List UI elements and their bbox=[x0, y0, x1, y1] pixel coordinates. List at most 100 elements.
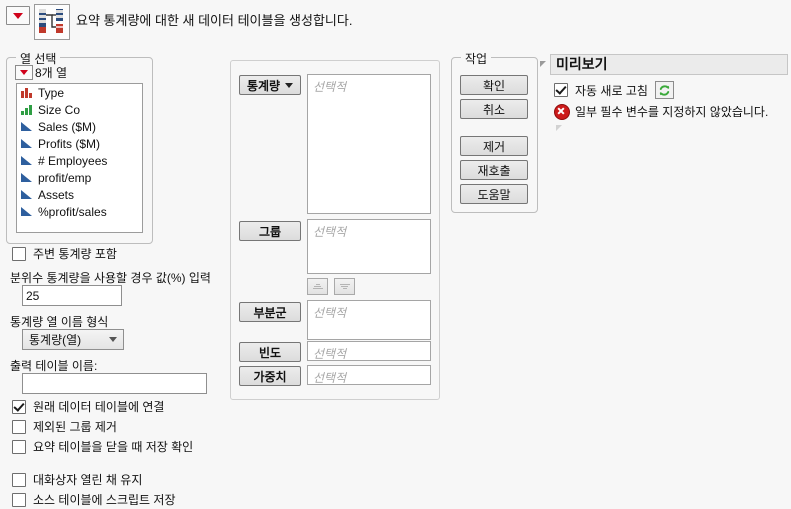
column-name: Sales ($M) bbox=[38, 119, 97, 134]
column-name: %profit/sales bbox=[38, 204, 107, 219]
checkbox-box[interactable] bbox=[554, 83, 568, 97]
output-table-name-input[interactable] bbox=[22, 373, 207, 394]
column-name: profit/emp bbox=[38, 170, 92, 185]
colname-format-select[interactable]: 통계량(열) bbox=[22, 329, 124, 350]
subgroup-role-list[interactable]: 선택적 bbox=[307, 300, 431, 340]
freq-role-list[interactable]: 선택적 bbox=[307, 341, 431, 361]
weight-role-label: 가중치 bbox=[253, 369, 287, 384]
weight-role-placeholder: 선택적 bbox=[313, 371, 347, 385]
remove-button[interactable]: 제거 bbox=[460, 136, 528, 156]
red-triangle-glyph bbox=[20, 70, 28, 75]
column-list-item[interactable]: Profits ($M) bbox=[17, 135, 142, 152]
column-list-item[interactable]: Sales ($M) bbox=[17, 118, 142, 135]
statistic-role-button[interactable]: 통계량 bbox=[239, 75, 301, 95]
include-marginal-label: 주변 통계량 포함 bbox=[33, 247, 117, 261]
continuous-column-icon bbox=[21, 189, 33, 200]
statistic-role-label: 통계량 bbox=[246, 78, 281, 93]
nominal-column-icon bbox=[21, 87, 33, 98]
error-circle-icon bbox=[554, 103, 570, 120]
sort-descending-icon[interactable] bbox=[334, 278, 355, 295]
column-select-panel: 열 선택 8개 열 Type Size Co Sales ($M) Profits (… bbox=[6, 50, 153, 244]
column-count-label: 8개 열 bbox=[35, 66, 68, 80]
preview-sub-disclosure-icon[interactable] bbox=[556, 125, 562, 131]
statistic-role-list[interactable]: 선택적 bbox=[307, 74, 431, 214]
column-name: Profits ($M) bbox=[38, 136, 101, 151]
column-name: # Employees bbox=[38, 153, 108, 168]
dialog-header: 요약 통계량에 대한 새 데이터 테이블을 생성합니다. bbox=[0, 0, 791, 46]
subgroup-role-placeholder: 선택적 bbox=[313, 306, 347, 320]
preview-error-text: 일부 필수 변수를 지정하지 않았습니다. bbox=[575, 105, 769, 119]
weight-role-list[interactable]: 선택적 bbox=[307, 365, 431, 385]
column-name: Assets bbox=[38, 187, 75, 202]
subgroup-role-label: 부분군 bbox=[253, 305, 287, 320]
output-table-label: 출력 테이블 이름: bbox=[10, 359, 98, 373]
freq-role-label: 빈도 bbox=[258, 345, 282, 360]
ok-button[interactable]: 확인 bbox=[460, 75, 528, 95]
colname-format-value: 통계량(열) bbox=[29, 333, 82, 347]
continuous-column-icon bbox=[21, 172, 33, 183]
group-role-list[interactable]: 선택적 bbox=[307, 219, 431, 274]
column-count-header[interactable]: 8개 열 bbox=[15, 64, 67, 81]
role-assignment-panel: 통계량 선택적 그룹 선택적 부분군 선택적 빈도 선택적 가중치 선택적 bbox=[230, 60, 440, 400]
column-menu-icon[interactable] bbox=[15, 65, 33, 80]
column-name: Type bbox=[38, 85, 65, 100]
confirm-save-checkbox[interactable]: 요약 테이블을 닫을 때 저장 확인 bbox=[12, 438, 193, 455]
subgroup-role-button[interactable]: 부분군 bbox=[239, 302, 301, 322]
refresh-icon[interactable] bbox=[654, 81, 674, 99]
checkbox-box[interactable] bbox=[12, 439, 26, 454]
checkbox-box[interactable] bbox=[12, 399, 26, 414]
remove-excluded-label: 제외된 그룹 제거 bbox=[33, 420, 117, 434]
weight-role-button[interactable]: 가중치 bbox=[239, 366, 301, 386]
summary-table-icon bbox=[34, 4, 70, 40]
column-list-item[interactable]: profit/emp bbox=[17, 169, 142, 186]
save-script-label: 소스 테이블에 스크립트 저장 bbox=[33, 493, 176, 507]
action-panel: 작업 확인 취소 제거 재호출 도움말 bbox=[451, 50, 538, 213]
column-list[interactable]: Type Size Co Sales ($M) Profits ($M) # Emplo… bbox=[16, 83, 143, 233]
column-list-item[interactable]: # Employees bbox=[17, 152, 142, 169]
colname-format-label: 통계량 열 이름 형식 bbox=[10, 315, 109, 329]
page-title: 요약 통계량에 대한 새 데이터 테이블을 생성합니다. bbox=[76, 13, 353, 28]
group-role-label: 그룹 bbox=[258, 224, 282, 239]
quantile-label: 분위수 통계량을 사용할 경우 값(%) 입력 bbox=[10, 271, 211, 285]
group-role-placeholder: 선택적 bbox=[313, 225, 347, 239]
freq-role-button[interactable]: 빈도 bbox=[239, 342, 301, 362]
cancel-button[interactable]: 취소 bbox=[460, 99, 528, 119]
include-marginal-checkbox[interactable]: 주변 통계량 포함 bbox=[12, 245, 117, 262]
quantile-input[interactable] bbox=[22, 285, 122, 306]
auto-refresh-label: 자동 새로 고침 bbox=[575, 83, 648, 98]
ordinal-column-icon bbox=[21, 104, 33, 115]
keep-dialog-open-label: 대화상자 열린 채 유지 bbox=[33, 473, 143, 487]
link-to-original-label: 원래 데이터 테이블에 연결 bbox=[33, 400, 165, 414]
column-list-item[interactable]: %profit/sales bbox=[17, 203, 142, 220]
recall-button[interactable]: 재호출 bbox=[460, 160, 528, 180]
column-list-item[interactable]: Assets bbox=[17, 186, 142, 203]
preview-title: 미리보기 bbox=[550, 53, 788, 75]
help-button[interactable]: 도움말 bbox=[460, 184, 528, 204]
group-role-button[interactable]: 그룹 bbox=[239, 221, 301, 241]
auto-refresh-checkbox[interactable]: 자동 새로 고침 bbox=[554, 81, 674, 99]
column-list-item[interactable]: Size Co bbox=[17, 101, 142, 118]
save-script-checkbox[interactable]: 소스 테이블에 스크립트 저장 bbox=[12, 491, 175, 508]
continuous-column-icon bbox=[21, 138, 33, 149]
checkbox-box[interactable] bbox=[12, 492, 26, 507]
chevron-down-icon bbox=[285, 82, 294, 88]
continuous-column-icon bbox=[21, 206, 33, 217]
disclosure-triangle-icon[interactable] bbox=[540, 61, 546, 67]
column-list-item[interactable]: Type bbox=[17, 84, 142, 101]
statistic-role-placeholder: 선택적 bbox=[313, 80, 347, 94]
preview-error-message: 일부 필수 변수를 지정하지 않았습니다. bbox=[554, 103, 768, 120]
preview-header[interactable]: 미리보기 bbox=[538, 53, 788, 75]
preview-panel: 미리보기 자동 새로 고침 일부 필수 변수를 지정하지 않았습니다. bbox=[538, 53, 788, 253]
red-triangle-menu-icon[interactable] bbox=[6, 6, 30, 25]
sort-ascending-icon[interactable] bbox=[307, 278, 328, 295]
remove-excluded-checkbox[interactable]: 제외된 그룹 제거 bbox=[12, 418, 117, 435]
link-to-original-checkbox[interactable]: 원래 데이터 테이블에 연결 bbox=[12, 398, 164, 415]
checkbox-box[interactable] bbox=[12, 419, 26, 434]
red-triangle-glyph bbox=[13, 12, 23, 19]
checkbox-box[interactable] bbox=[12, 472, 26, 487]
confirm-save-label: 요약 테이블을 닫을 때 저장 확인 bbox=[33, 440, 194, 454]
freq-role-placeholder: 선택적 bbox=[313, 347, 347, 361]
keep-dialog-open-checkbox[interactable]: 대화상자 열린 채 유지 bbox=[12, 471, 142, 488]
column-name: Size Co bbox=[38, 102, 81, 117]
checkbox-box[interactable] bbox=[12, 246, 26, 261]
